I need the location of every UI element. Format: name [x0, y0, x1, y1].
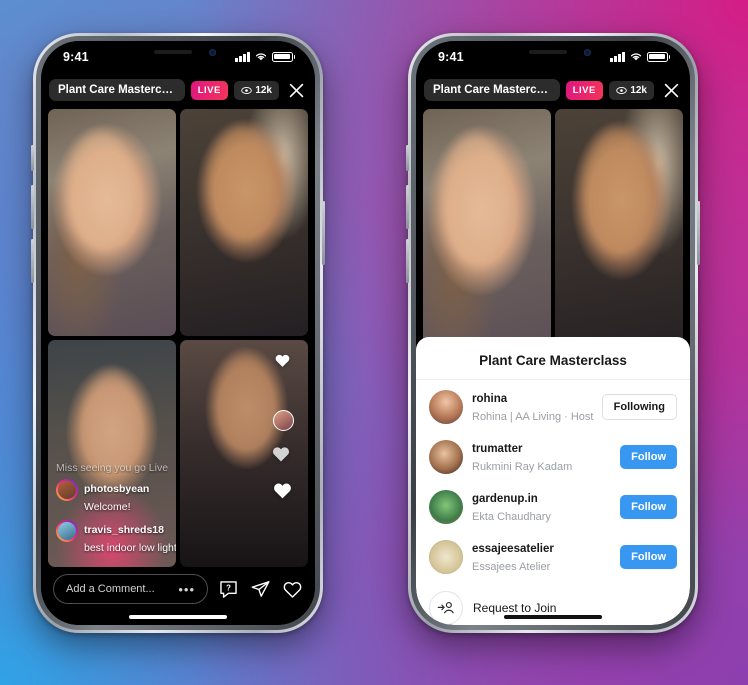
home-indicator[interactable] [129, 615, 227, 619]
comment-item: photosbyean Welcome! [56, 479, 168, 515]
video-tile-guest-1[interactable] [180, 109, 308, 336]
user-subtitle: Essajees Atelier [472, 561, 551, 573]
notch [495, 41, 611, 64]
mute-switch[interactable] [406, 145, 409, 171]
viewer-count[interactable]: 12k [233, 80, 279, 100]
live-title: Plant Care Mastercla... [424, 79, 560, 101]
live-header: Plant Care Mastercla... LIVE 12k [416, 75, 690, 105]
avatar [56, 479, 78, 501]
video-tile-host[interactable] [423, 109, 551, 362]
volume-down-button[interactable] [31, 239, 34, 283]
battery-icon [646, 51, 670, 62]
following-button[interactable]: Following [601, 394, 677, 420]
home-indicator[interactable] [504, 615, 602, 619]
battery-icon [271, 51, 295, 62]
sheet-title: Plant Care Masterclass [416, 344, 690, 380]
mute-switch[interactable] [31, 145, 34, 171]
volume-up-button[interactable] [31, 185, 34, 229]
heart-icon[interactable] [282, 579, 303, 600]
phone-live-grid: 9:41 Plant Care Mastercla... LIVE 12k Mi… [31, 33, 325, 633]
phone-participant-sheet: 9:41 Plant Care Mastercla... LIVE 12k Pl… [406, 33, 700, 633]
user-username: essajeesatelier [472, 543, 554, 555]
notch [120, 41, 236, 64]
status-time: 9:41 [438, 50, 464, 64]
participant-sheet: Plant Care Masterclass rohina Rohina | A… [416, 337, 690, 625]
action-icons: ? [218, 579, 303, 600]
viewer-count[interactable]: 12k [608, 80, 654, 100]
user-subtitle: Ekta Chaudhary [472, 511, 551, 523]
power-button[interactable] [322, 201, 325, 265]
heart-icon [272, 447, 290, 462]
live-header: Plant Care Mastercla... LIVE 12k [41, 75, 315, 105]
heart-icon [274, 483, 291, 499]
front-camera [209, 49, 216, 56]
question-bubble-icon[interactable]: ? [218, 579, 239, 600]
comment-faded-notice: Miss seeing you go Live! [56, 462, 168, 474]
viewer-count-label: 12k [630, 84, 647, 96]
viewer-count-label: 12k [255, 84, 272, 96]
ellipsis-icon[interactable]: ••• [178, 582, 195, 597]
comments-overlay: Miss seeing you go Live! photosbyean Wel… [56, 462, 176, 561]
phone-screen: 9:41 Plant Care Mastercla... LIVE [416, 41, 690, 625]
video-tile-guest-1[interactable] [555, 109, 683, 362]
wifi-icon [630, 53, 641, 61]
avatar [429, 540, 463, 574]
video-tile-guest-2[interactable]: Miss seeing you go Live! photosbyean Wel… [48, 340, 176, 567]
user-username: trumatter [472, 443, 523, 455]
paper-plane-icon[interactable] [250, 579, 271, 600]
list-item[interactable]: trumatter Rukmini Ray Kadam Follow [416, 432, 690, 482]
user-list: rohina Rohina | AA Living · Host Followi… [416, 380, 690, 625]
comment-text: Welcome! [84, 501, 131, 513]
heart-icon [275, 354, 290, 367]
eye-icon [241, 86, 252, 94]
live-title: Plant Care Mastercla... [49, 79, 185, 101]
volume-up-button[interactable] [406, 185, 409, 229]
cellular-bars-icon [235, 51, 250, 62]
eye-icon [616, 86, 627, 94]
list-item[interactable]: gardenup.in Ekta Chaudhary Follow [416, 482, 690, 532]
user-username: rohina [472, 393, 508, 405]
video-grid: Miss seeing you go Live! photosbyean Wel… [48, 109, 308, 567]
speaker-grille [529, 50, 567, 54]
follow-button[interactable]: Follow [620, 495, 677, 519]
avatar [429, 440, 463, 474]
add-person-icon [429, 591, 463, 625]
wifi-icon [255, 53, 266, 61]
user-subtitle: Rukmini Ray Kadam [472, 461, 573, 473]
speaker-grille [154, 50, 192, 54]
comment-placeholder: Add a Comment... [66, 583, 155, 595]
cellular-bars-icon [610, 51, 625, 62]
avatar [429, 390, 463, 424]
follow-button[interactable]: Follow [620, 445, 677, 469]
comment-input[interactable]: Add a Comment... ••• [53, 574, 208, 604]
user-username: gardenup.in [472, 493, 538, 505]
avatar [273, 410, 294, 431]
comment-username: photosbyean [84, 483, 150, 495]
comment-item: travis_shreds18 best indoor low light pl… [56, 520, 176, 556]
status-indicators [610, 51, 670, 62]
svg-text:?: ? [226, 583, 231, 592]
status-indicators [235, 51, 295, 62]
list-item[interactable]: essajeesatelier Essajees Atelier Follow [416, 532, 690, 582]
phone-screen: 9:41 Plant Care Mastercla... LIVE [41, 41, 315, 625]
user-subtitle: Rohina | AA Living · Host [472, 411, 594, 423]
status-time: 9:41 [63, 50, 89, 64]
live-badge: LIVE [190, 80, 228, 100]
avatar [56, 520, 78, 542]
comment-text: best indoor low light plan to maintain? [84, 542, 176, 554]
video-tile-host[interactable] [48, 109, 176, 336]
power-button[interactable] [697, 201, 700, 265]
live-badge: LIVE [565, 80, 603, 100]
avatar [429, 490, 463, 524]
video-tile-guest-3[interactable] [180, 340, 308, 567]
follow-button[interactable]: Follow [620, 545, 677, 569]
comment-username: travis_shreds18 [84, 524, 164, 536]
front-camera [584, 49, 591, 56]
floating-hearts [268, 348, 302, 559]
list-item[interactable]: rohina Rohina | AA Living · Host Followi… [416, 382, 690, 432]
volume-down-button[interactable] [406, 239, 409, 283]
close-x-icon[interactable] [660, 79, 682, 101]
request-to-join-label: Request to Join [473, 601, 557, 615]
close-x-icon[interactable] [285, 79, 307, 101]
